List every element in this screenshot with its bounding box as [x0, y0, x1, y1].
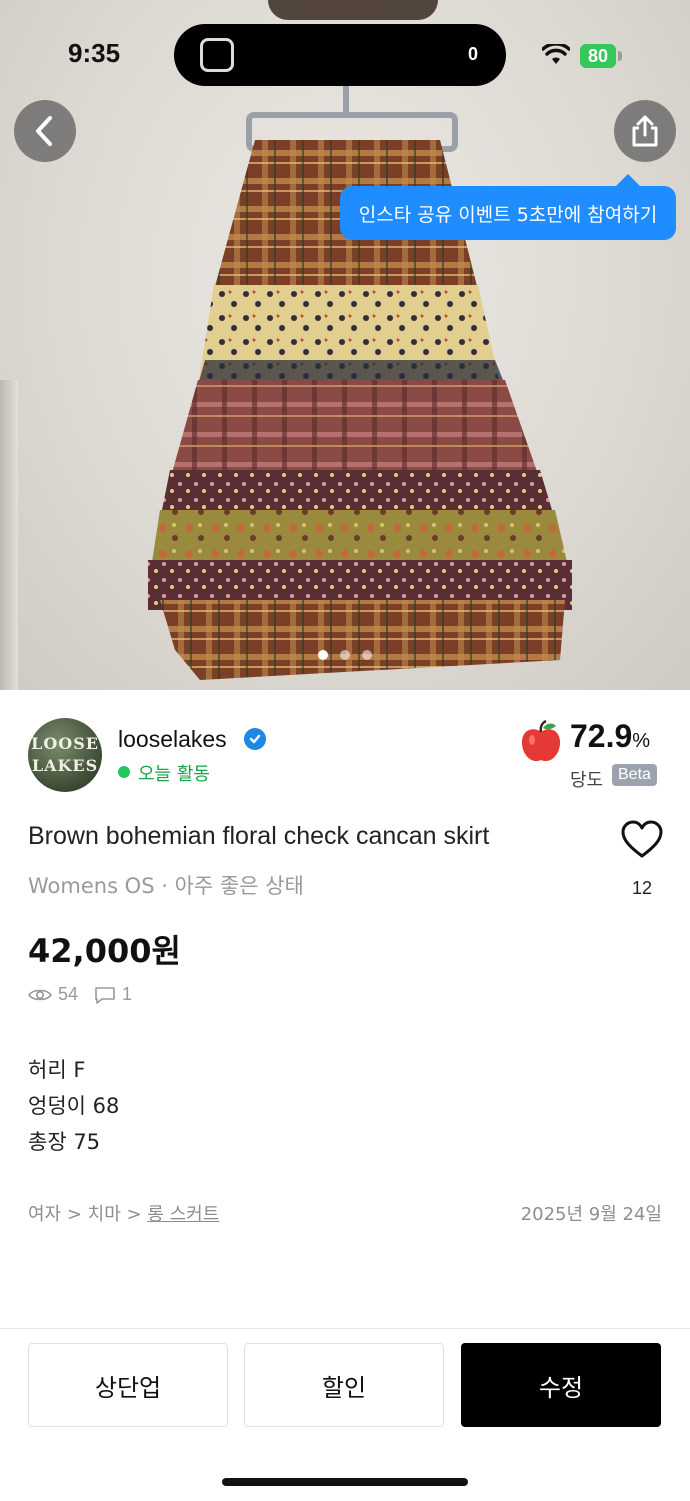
- product-title: Brown bohemian floral check cancan skirt: [28, 822, 490, 850]
- share-event-tooltip[interactable]: 인스타 공유 이벤트 5초만에 참여하기: [340, 174, 676, 240]
- home-indicator[interactable]: [222, 1478, 468, 1486]
- product-subtitle: Womens OS · 아주 좋은 상태: [28, 874, 304, 898]
- tooltip-text: 인스타 공유 이벤트 5초만에 참여하기: [358, 203, 658, 226]
- pager-dot-3[interactable]: [362, 650, 372, 660]
- edit-button[interactable]: 수정: [461, 1343, 661, 1427]
- apple-icon: [518, 719, 564, 770]
- bump-button[interactable]: 상단업: [28, 1343, 228, 1427]
- wifi-icon: [541, 42, 571, 70]
- battery-tip: [618, 51, 622, 61]
- beta-badge: Beta: [612, 764, 657, 786]
- discount-label: 할인: [321, 1373, 367, 1402]
- breadcrumb-link[interactable]: 롱 스커트: [147, 1204, 219, 1225]
- like-count: 12: [631, 878, 653, 898]
- product-price: 42,000원: [28, 932, 181, 970]
- pager-dot-1[interactable]: [318, 650, 328, 660]
- seller-name[interactable]: looselakes: [118, 726, 227, 753]
- status-time: 9:35: [68, 38, 121, 68]
- screen-share-icon: [200, 38, 234, 72]
- bump-label: 상단업: [94, 1373, 162, 1402]
- sweetness-label: 당도: [570, 770, 604, 791]
- description-line: 총장 75: [28, 1130, 101, 1154]
- back-button[interactable]: [14, 100, 76, 162]
- discount-button[interactable]: 할인: [244, 1343, 444, 1427]
- view-count: 54: [58, 984, 79, 1004]
- seller-avatar[interactable]: LOOSE LAKES: [28, 718, 102, 792]
- score-unit: %: [632, 730, 651, 752]
- island-count: 0: [467, 44, 478, 64]
- back-arrow-icon: [36, 116, 52, 146]
- verified-icon: [244, 728, 266, 750]
- image-pager[interactable]: [0, 650, 690, 660]
- seller-section[interactable]: LOOSE LAKES looselakes 오늘 활동 72.9% 당도 Be…: [28, 716, 662, 796]
- bottom-action-bar: 상단업 할인 수정: [0, 1328, 690, 1501]
- comment-icon: [95, 986, 115, 1004]
- status-bar: 9:35 0 80: [0, 0, 690, 110]
- share-button[interactable]: [614, 100, 676, 162]
- heart-icon[interactable]: [620, 820, 664, 864]
- edit-label: 수정: [538, 1373, 584, 1402]
- description-line: 엉덩이 68: [28, 1094, 120, 1118]
- category-breadcrumb: 여자 > 치마 > 롱 스커트: [28, 1200, 219, 1226]
- avatar-text-1: LOOSE: [31, 734, 99, 753]
- breadcrumb-prefix: 여자 > 치마 >: [28, 1204, 148, 1225]
- comment-count: 1: [122, 984, 133, 1004]
- product-stats: 54 1: [28, 984, 132, 1005]
- active-status-dot: [118, 766, 130, 778]
- active-status-label: 오늘 활동: [138, 764, 210, 785]
- description-line: 허리 F: [28, 1058, 86, 1082]
- battery-icon: 80: [580, 44, 616, 68]
- eye-icon: [28, 989, 52, 1000]
- share-icon: [632, 115, 658, 147]
- sweetness-score: 72.9%: [570, 718, 650, 755]
- dynamic-island: 0: [174, 24, 506, 86]
- product-description: 허리 F 엉덩이 68 총장 75: [28, 1052, 119, 1160]
- posted-date: 2025년 9월 24일: [520, 1204, 662, 1225]
- pager-dot-2[interactable]: [340, 650, 350, 660]
- avatar-text-2: LAKES: [31, 756, 99, 775]
- score-value: 72.9: [570, 718, 633, 754]
